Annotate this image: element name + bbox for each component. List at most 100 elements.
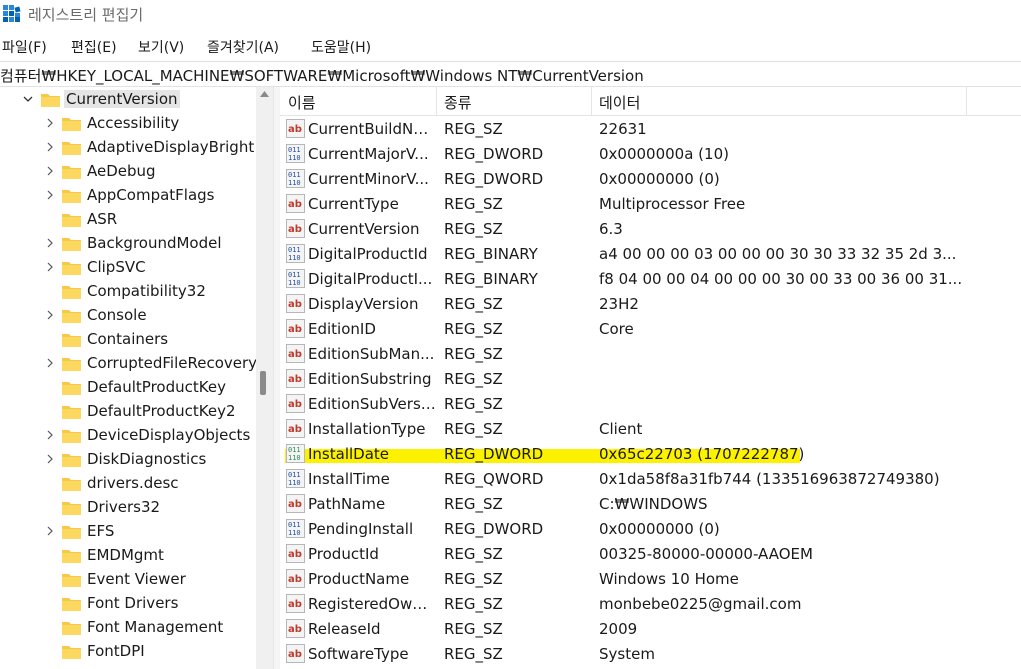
tree-item[interactable]: drivers.desc	[0, 472, 256, 496]
tree-item[interactable]: AeDebug	[0, 160, 256, 184]
chevron-right-icon[interactable]	[45, 454, 55, 464]
value-type: REG_SZ	[444, 620, 503, 638]
column-header-data[interactable]: 데이터	[599, 92, 640, 113]
tree-item[interactable]: Event Viewer	[0, 568, 256, 592]
table-row[interactable]: ab CurrentType REG_SZ Multiprocessor Free	[280, 191, 1021, 216]
table-row[interactable]: ab EditionSubMan... REG_SZ	[280, 341, 1021, 366]
table-row[interactable]: ab CurrentVersion REG_SZ 6.3	[280, 216, 1021, 241]
table-row[interactable]: ab InstallationType REG_SZ Client	[280, 416, 1021, 441]
column-divider[interactable]	[591, 87, 592, 115]
menu-file[interactable]: 파일(F)	[2, 37, 47, 57]
chevron-right-icon[interactable]	[45, 358, 55, 368]
table-row[interactable]: ab EditionSubVersi... REG_SZ	[280, 391, 1021, 416]
tree-item[interactable]: Accessibility	[0, 112, 256, 136]
tree-item[interactable]: DiskDiagnostics	[0, 448, 256, 472]
column-header-name[interactable]: 이름	[288, 92, 316, 113]
menu-view[interactable]: 보기(V)	[138, 37, 184, 57]
table-row[interactable]: ab PathName REG_SZ C:₩WINDOWS	[280, 491, 1021, 516]
chevron-right-icon[interactable]	[45, 238, 55, 248]
table-row[interactable]: ab DisplayVersion REG_SZ 23H2	[280, 291, 1021, 316]
folder-icon	[62, 526, 81, 539]
scrollbar-thumb[interactable]	[260, 371, 266, 395]
value-data: 2009	[599, 620, 638, 638]
string-value-icon: ab	[286, 544, 305, 563]
table-row[interactable]: ab EditionSubstring REG_SZ	[280, 366, 1021, 391]
tree-item[interactable]: Containers	[0, 328, 256, 352]
tree-item[interactable]: AppCompatFlags	[0, 184, 256, 208]
folder-icon	[62, 262, 81, 275]
value-data: 00325-80000-00000-AAOEM	[599, 545, 813, 563]
table-row[interactable]: 011 110 DigitalProductId REG_BINARY a4 00 00…	[280, 241, 1021, 266]
tree-item[interactable]: BackgroundModel	[0, 232, 256, 256]
value-name: CurrentBuildNu...	[308, 120, 436, 138]
menu-favorites[interactable]: 즐겨찾기(A)	[207, 37, 279, 57]
tree-item[interactable]: CorruptedFileRecovery	[0, 352, 256, 376]
chevron-right-icon[interactable]	[45, 190, 55, 200]
table-row[interactable]: 011 110 PendingInstall REG_DWORD 0x00000000 …	[280, 516, 1021, 541]
svg-text:110: 110	[288, 254, 301, 262]
scroll-up-icon[interactable]	[260, 91, 269, 97]
column-divider[interactable]	[966, 87, 967, 115]
tree-item[interactable]: Font Drivers	[0, 592, 256, 616]
tree-item[interactable]: DefaultProductKey2	[0, 400, 256, 424]
table-row[interactable]: 011 110 CurrentMajorV... REG_DWORD 0x0000000…	[280, 141, 1021, 166]
chevron-right-icon[interactable]	[45, 310, 55, 320]
folder-icon	[62, 118, 81, 131]
folder-icon	[62, 142, 81, 155]
string-value-icon: ab	[286, 619, 305, 638]
tree-item[interactable]: Drivers32	[0, 496, 256, 520]
svg-text:ab: ab	[288, 374, 302, 385]
table-row[interactable]: 011 110 CurrentMinorV... REG_DWORD 0x0000000…	[280, 166, 1021, 191]
tree-item[interactable]: EFS	[0, 520, 256, 544]
tree-item[interactable]: Font Management	[0, 616, 256, 640]
address-bar[interactable]: 컴퓨터₩HKEY_LOCAL_MACHINE₩SOFTWARE₩Microsof…	[0, 61, 1021, 87]
chevron-right-icon[interactable]	[45, 118, 55, 128]
menu-help[interactable]: 도움말(H)	[311, 37, 371, 57]
table-row[interactable]: ab ProductName REG_SZ Windows 10 Home	[280, 566, 1021, 591]
tree-item-label: CurrentVersion	[64, 90, 180, 108]
tree-item[interactable]: Console	[0, 304, 256, 328]
address-path[interactable]: 컴퓨터₩HKEY_LOCAL_MACHINE₩SOFTWARE₩Microsof…	[0, 65, 644, 86]
table-row[interactable]: ab CurrentBuildNu... REG_SZ 22631	[280, 116, 1021, 141]
key-tree[interactable]: CurrentVersion Accessibility AdaptiveDisp…	[0, 87, 256, 669]
table-row[interactable]: ab ReleaseId REG_SZ 2009	[280, 616, 1021, 641]
table-row[interactable]: 011 110 DigitalProductI... REG_BINARY f8 04 …	[280, 266, 1021, 291]
tree-item[interactable]: EMDMgmt	[0, 544, 256, 568]
tree-item[interactable]: ClipSVC	[0, 256, 256, 280]
chevron-right-icon[interactable]	[45, 142, 55, 152]
tree-item[interactable]: AdaptiveDisplayBright	[0, 136, 256, 160]
chevron-right-icon[interactable]	[45, 166, 55, 176]
table-row[interactable]: 011 110 InstallTime REG_QWORD 0x1da58f8a31fb…	[280, 466, 1021, 491]
value-name: CurrentVersion	[308, 220, 420, 238]
string-value-icon: ab	[286, 594, 305, 613]
table-row[interactable]: ab EditionID REG_SZ Core	[280, 316, 1021, 341]
folder-icon	[62, 646, 81, 659]
tree-item[interactable]: DefaultProductKey	[0, 376, 256, 400]
tree-item[interactable]: DeviceDisplayObjects	[0, 424, 256, 448]
table-row[interactable]: ab SoftwareType REG_SZ System	[280, 641, 1021, 666]
column-header-type[interactable]: 종류	[444, 92, 472, 113]
values-list[interactable]: 이름 종류 데이터 ab CurrentBuildNu... REG_SZ 22631…	[280, 87, 1021, 669]
tree-item-label: DeviceDisplayObjects	[87, 426, 251, 444]
menu-edit[interactable]: 편집(E)	[71, 37, 117, 57]
value-type: REG_SZ	[444, 345, 503, 363]
table-row[interactable]: 011 110 InstallDate REG_DWORD 0x65c22703 (17…	[280, 441, 1021, 466]
chevron-right-icon[interactable]	[45, 262, 55, 272]
tree-item-currentversion[interactable]: CurrentVersion	[0, 88, 256, 112]
column-divider[interactable]	[436, 87, 437, 115]
tree-scrollbar[interactable]	[256, 87, 273, 669]
pane-splitter[interactable]	[273, 87, 280, 669]
binary-value-icon: 011110	[286, 444, 305, 463]
chevron-right-icon[interactable]	[45, 526, 55, 536]
value-name: CurrentMinorV...	[308, 170, 429, 188]
table-row[interactable]: ab ProductId REG_SZ 00325-80000-00000-AAOEM	[280, 541, 1021, 566]
tree-item[interactable]: ASR	[0, 208, 256, 232]
chevron-right-icon[interactable]	[45, 430, 55, 440]
tree-item-label: Font Management	[87, 618, 224, 636]
chevron-down-icon[interactable]	[23, 94, 33, 104]
folder-icon	[62, 214, 81, 227]
tree-item[interactable]: FontDPI	[0, 640, 256, 664]
tree-item[interactable]: Compatibility32	[0, 280, 256, 304]
table-row[interactable]: ab RegisteredOwn... REG_SZ monbebe0225@gmai…	[280, 591, 1021, 616]
value-data: Core	[599, 320, 634, 338]
